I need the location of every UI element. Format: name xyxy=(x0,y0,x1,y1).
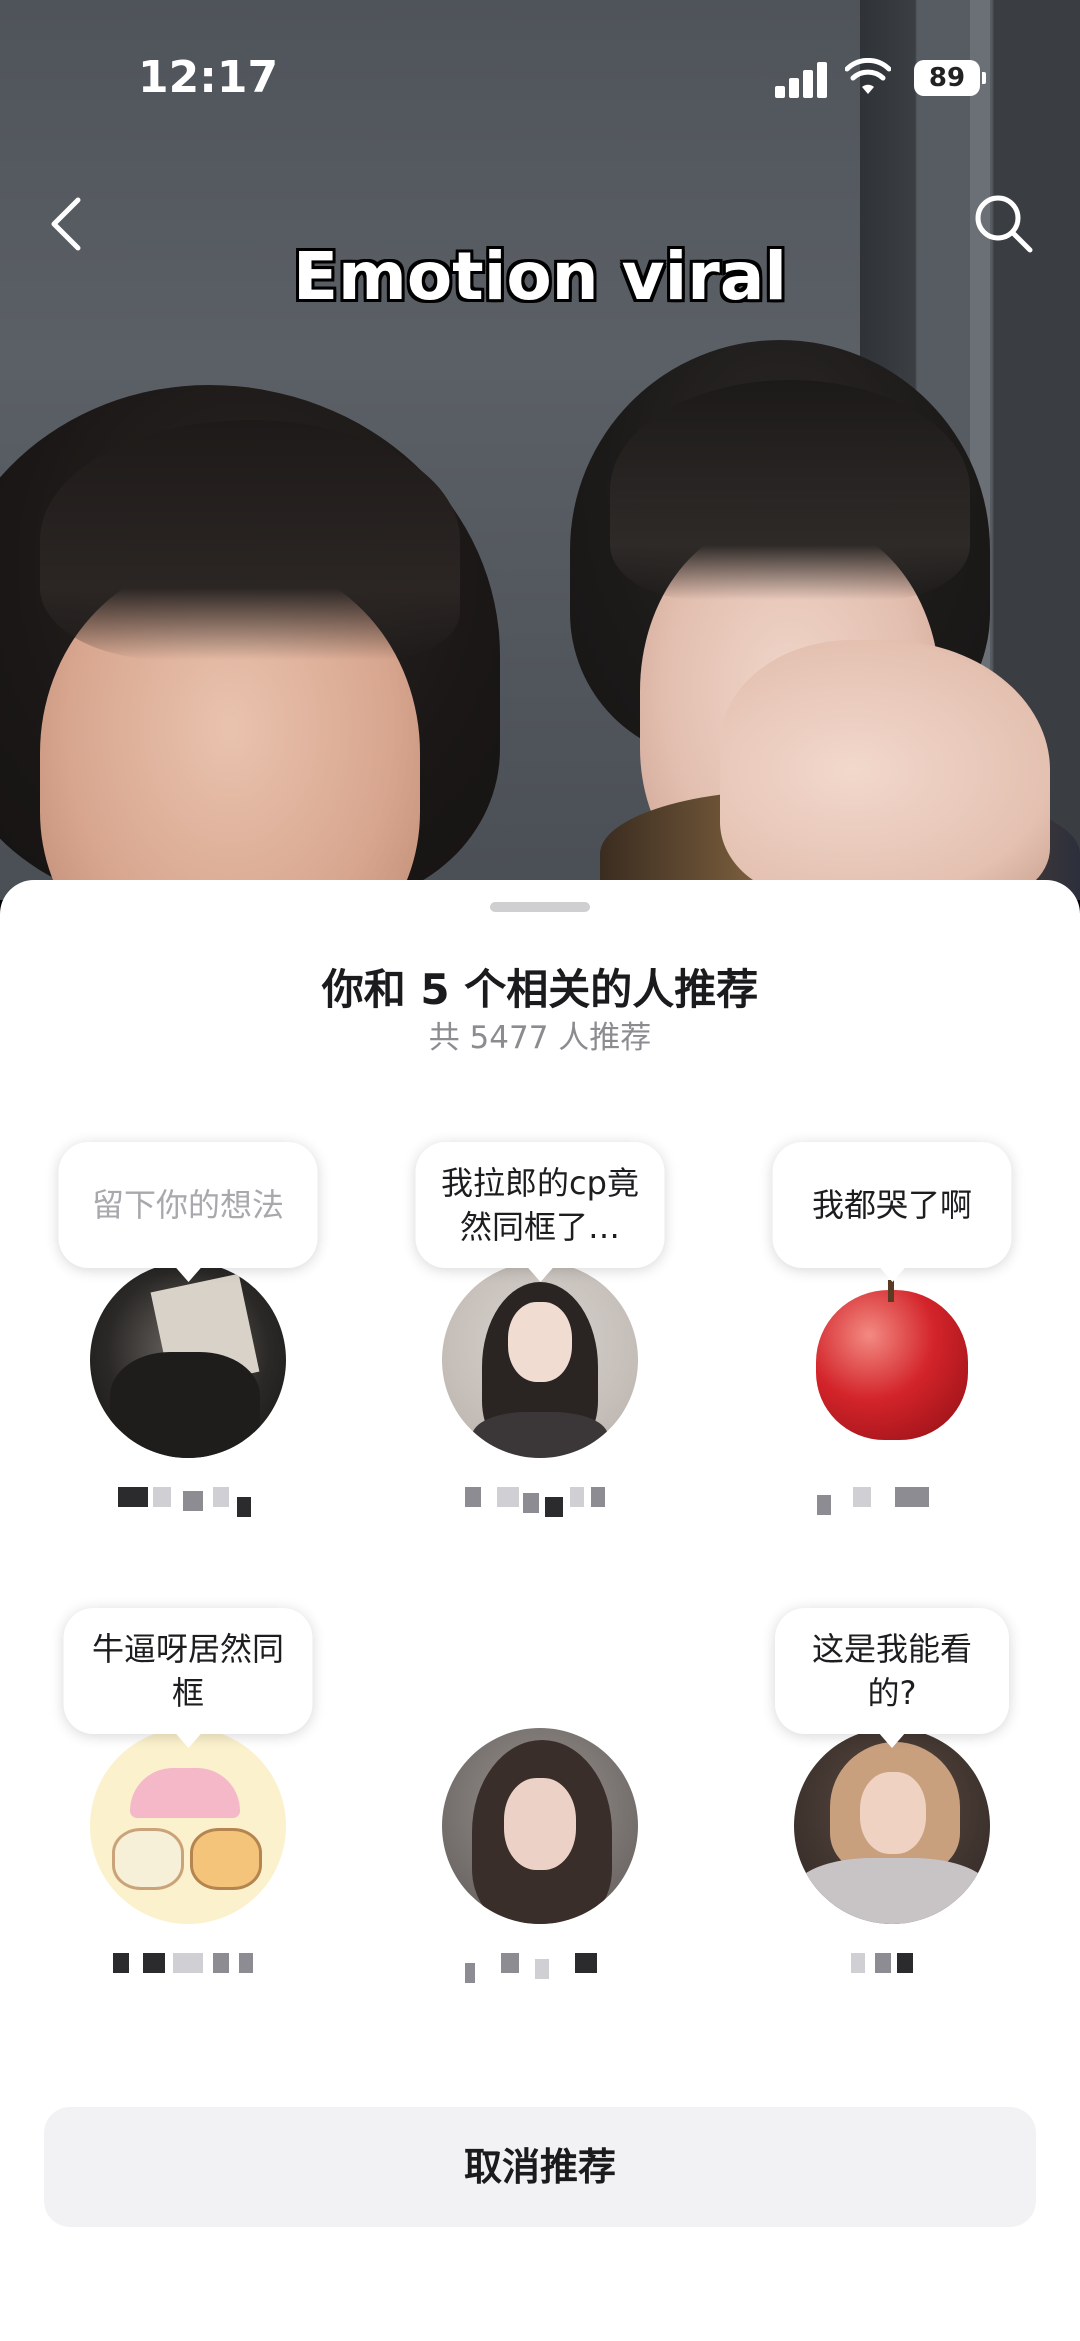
video-background xyxy=(0,0,1080,900)
comment-bubble: 牛逼呀居然同框 xyxy=(63,1608,313,1748)
user-avatar[interactable] xyxy=(90,1262,286,1458)
recommender-item[interactable] xyxy=(390,1608,690,1983)
user-avatar[interactable] xyxy=(794,1262,990,1458)
recommender-item[interactable]: 留下你的想法 xyxy=(38,1142,338,1517)
recommender-item[interactable]: 这是我能看的? xyxy=(742,1608,1042,1973)
video-title: Emotion viral xyxy=(292,238,788,315)
masked-username xyxy=(817,1487,967,1515)
cancel-recommend-button[interactable]: 取消推荐 xyxy=(44,2107,1036,2227)
comment-bubble: 我都哭了啊 xyxy=(772,1142,1012,1282)
battery-icon: 89 xyxy=(914,60,986,96)
masked-username xyxy=(817,1953,967,1979)
wifi-icon xyxy=(845,58,891,94)
recommender-item[interactable]: 我都哭了啊 xyxy=(742,1142,1042,1515)
sheet-title: 你和 5 个相关的人推荐 xyxy=(321,965,759,1014)
comment-bubble: 我拉郎的cp竟然同框了… xyxy=(415,1142,665,1282)
recommender-item[interactable]: 牛逼呀居然同框 xyxy=(38,1608,338,1973)
sheet-grabber[interactable] xyxy=(490,902,590,912)
masked-username xyxy=(465,1953,615,1983)
masked-username xyxy=(465,1487,615,1517)
user-avatar[interactable] xyxy=(442,1262,638,1458)
comment-bubble: 这是我能看的? xyxy=(775,1608,1009,1748)
user-avatar[interactable] xyxy=(794,1728,990,1924)
masked-username xyxy=(113,1953,263,1979)
sheet-subtitle: 共 5477 人推荐 xyxy=(428,1020,652,1056)
user-avatar[interactable] xyxy=(90,1728,286,1924)
masked-username xyxy=(113,1487,263,1517)
recommend-sheet: 你和 5 个相关的人推荐 共 5477 人推荐 留下你的想法 我拉郎的cp竟然同… xyxy=(0,880,1080,2341)
user-avatar[interactable] xyxy=(442,1728,638,1924)
comment-input-bubble[interactable]: 留下你的想法 xyxy=(58,1142,318,1282)
cellular-signal-icon xyxy=(775,62,829,98)
recommender-item[interactable]: 我拉郎的cp竟然同框了… xyxy=(390,1142,690,1517)
status-time: 12:17 xyxy=(138,52,279,103)
